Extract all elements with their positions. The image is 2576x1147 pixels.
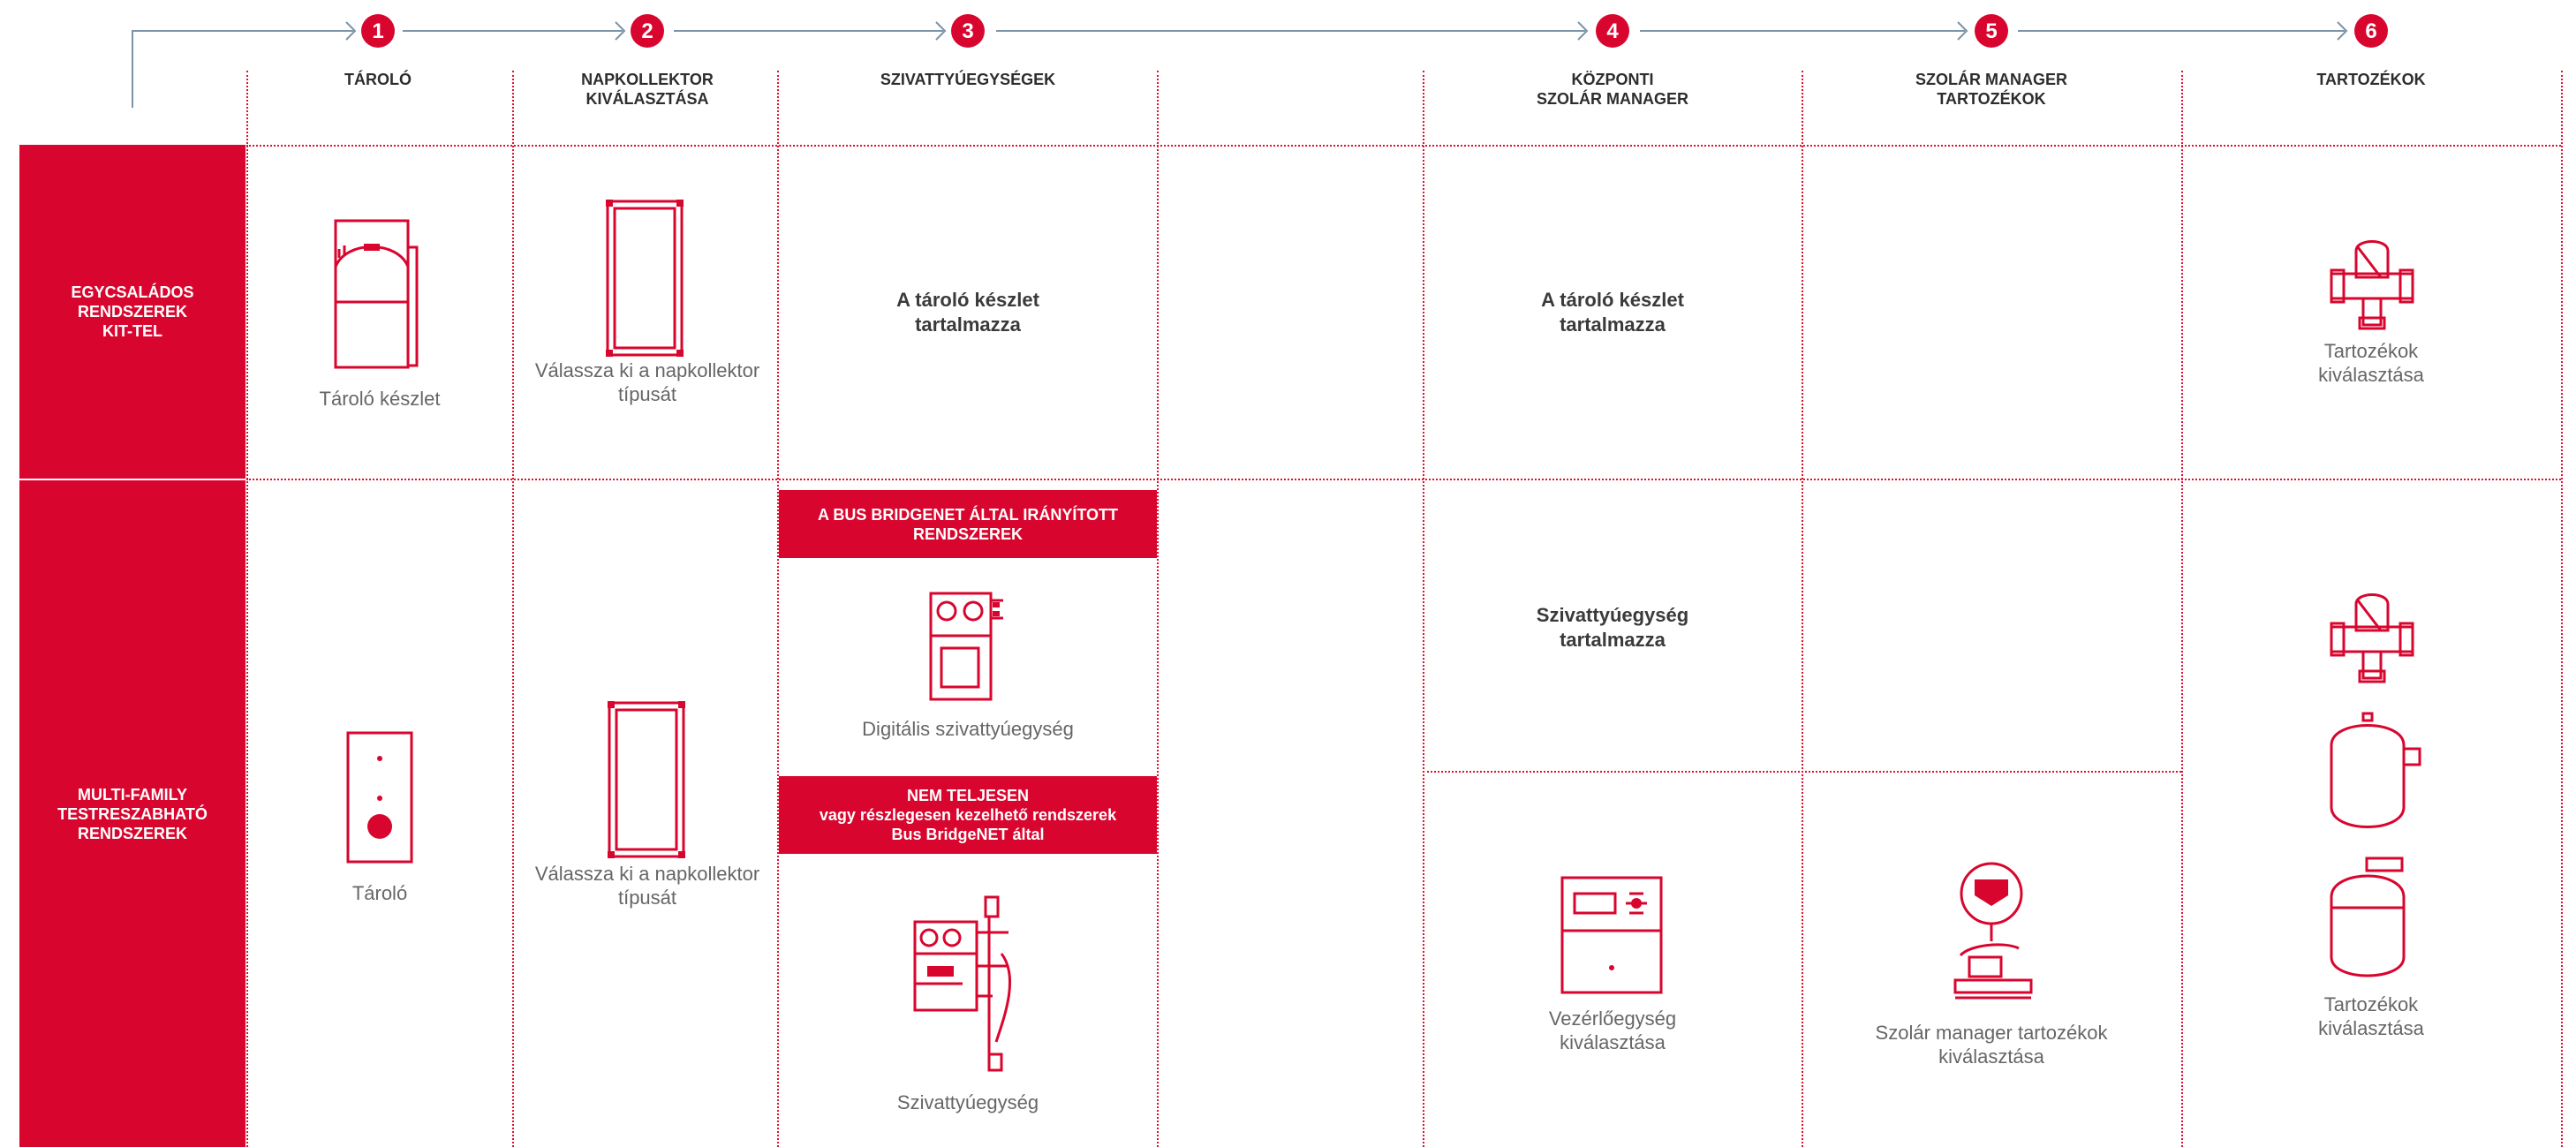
single-pump-included: A tároló készlet tartalmazza: [896, 289, 1039, 336]
expansion-vessel-icon: [2330, 712, 2421, 828]
single-manager-included: A tároló készlet tartalmazza: [1541, 289, 1684, 336]
solar-collector-icon: [608, 701, 685, 858]
step-5-label: SZOLÁR MANAGER TARTOZÉKOK: [1915, 71, 2067, 108]
grid-divider: [2561, 71, 2563, 1147]
grid-divider: [1423, 771, 2181, 773]
manager-accessories-caption: Szolár manager tartozékok kiválasztása: [1875, 1022, 2108, 1068]
row-header-multi-family: MULTI-FAMILY TESTRESZABHATÓ RENDSZEREK: [19, 480, 246, 1147]
valve-icon: [2330, 593, 2414, 683]
single-accessories-caption: Tartozékok kiválasztása: [2318, 340, 2424, 386]
step-flow-connector: 1 2 3 4 5 6: [132, 14, 2388, 108]
storage-kit-icon: [334, 219, 419, 369]
row-header-single-family: EGYCSALÁDOS RENDSZEREK KIT-TEL: [19, 145, 246, 479]
grid-divider: [246, 145, 2561, 147]
step-2-number: 2: [641, 19, 653, 43]
controller-unit-icon: [1560, 876, 1663, 994]
valve-icon: [2330, 240, 2414, 330]
storage-tank-icon: [346, 731, 413, 864]
grid-divider: [777, 71, 779, 1147]
pump-unit-caption: Szivattyúegység: [896, 1091, 1039, 1113]
expansion-vessel-icon: [2330, 856, 2406, 977]
multi-storage-caption: Tároló: [351, 882, 408, 904]
single-collector-caption: Válassza ki a napkollektor típusát: [534, 359, 760, 405]
solar-manager-accessory-icon: [1953, 862, 2033, 1000]
grid-divider: [1423, 71, 1424, 1147]
step-3-number: 3: [962, 19, 973, 43]
step-4-number: 4: [1606, 19, 1619, 43]
multi-manager-included: Szivattyúegység tartalmazza: [1536, 604, 1689, 651]
grid-divider: [246, 71, 248, 1147]
grid-divider: [2181, 71, 2183, 1147]
step-6-number: 6: [2365, 19, 2376, 43]
digital-pump-caption: Digitális szivattyúegység: [862, 718, 1074, 740]
multi-accessories-caption: Tartozékok kiválasztása: [2318, 993, 2424, 1039]
pump-unit-icon: [913, 895, 1012, 1072]
step-1-label: TÁROLÓ: [344, 71, 412, 88]
banner-bus-bridgenet: A BUS BRIDGENET ÁLTAL IRÁNYÍTOTT RENDSZE…: [779, 490, 1157, 558]
step-3-label: SZIVATTYÚEGYSÉGEK: [880, 71, 1056, 88]
step-1-number: 1: [372, 19, 383, 43]
grid-divider: [512, 71, 514, 1147]
step-6-label: TARTOZÉKOK: [2316, 71, 2426, 88]
step-4-label: KÖZPONTI SZOLÁR MANAGER: [1537, 71, 1688, 108]
digital-pump-unit-icon: [929, 592, 1003, 701]
banner-partial-control: NEM TELJESEN vagy részlegesen kezelhető …: [779, 776, 1157, 854]
single-storage-caption: Tároló készlet: [319, 388, 441, 410]
step-5-number: 5: [1985, 19, 1997, 43]
grid-divider: [246, 479, 2561, 480]
grid-divider: [1802, 71, 1803, 1147]
controller-caption: Vezérlőegység kiválasztása: [1548, 1007, 1677, 1053]
solar-collector-icon: [606, 200, 684, 357]
multi-collector-caption: Válassza ki a napkollektor típusát: [534, 863, 760, 909]
grid-divider: [1157, 71, 1159, 1147]
step-2-label: NAPKOLLEKTOR KIVÁLASZTÁSA: [581, 71, 714, 108]
